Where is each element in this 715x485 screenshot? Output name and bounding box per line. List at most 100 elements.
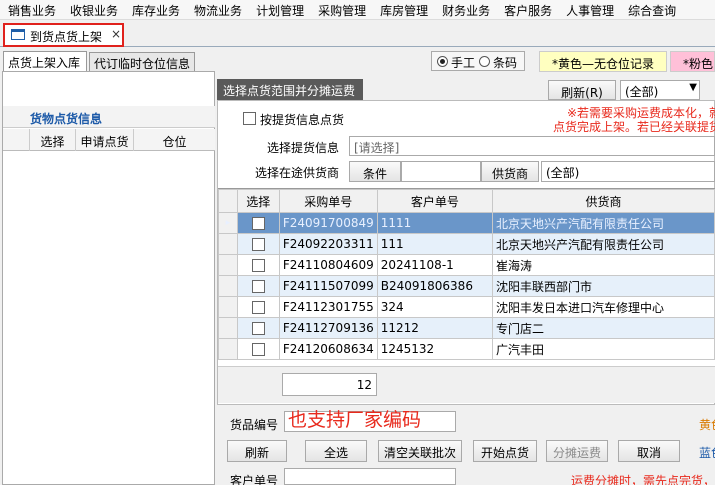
cargo-title-bar: 货物点货信息 bbox=[3, 106, 215, 128]
cargo-col-bin[interactable]: 仓位 bbox=[133, 129, 215, 151]
customer-no-cell: 111 bbox=[376, 233, 493, 255]
cargo-col-select[interactable]: 选择 bbox=[29, 129, 75, 151]
row-select-cell[interactable] bbox=[236, 233, 280, 255]
row-header bbox=[218, 338, 238, 360]
by-pickup-checkbox[interactable] bbox=[243, 112, 256, 125]
menu-sales[interactable]: 销售业务 bbox=[0, 0, 62, 19]
row-checkbox[interactable] bbox=[251, 238, 265, 251]
po-no-cell: F24092203311 bbox=[278, 233, 378, 255]
po-no-cell: F24120608634 bbox=[278, 338, 378, 360]
purchase-order-grid: 选择 采购单号 客户单号 供货商 ▸ F24091700849 1111 北京天… bbox=[218, 188, 715, 366]
select-all-button[interactable]: 全选 bbox=[305, 440, 367, 462]
radio-manual[interactable] bbox=[437, 56, 448, 67]
menu-hr[interactable]: 人事管理 bbox=[558, 0, 620, 19]
select-pickup-field[interactable]: [请选择] bbox=[349, 136, 715, 156]
part-no-label: 货品编号 bbox=[230, 418, 279, 432]
row-select-cell[interactable] bbox=[236, 275, 280, 297]
po-no-cell: F24091700849 bbox=[278, 212, 378, 234]
table-row[interactable]: F24110804609 20241108-1 崔海涛 bbox=[218, 254, 715, 276]
row-select-cell[interactable] bbox=[236, 317, 280, 339]
condition-input[interactable] bbox=[401, 161, 481, 182]
table-row[interactable]: F24112709136 11212 专门店二 bbox=[218, 317, 715, 339]
row-header bbox=[218, 254, 238, 276]
menu-finance[interactable]: 财务业务 bbox=[434, 0, 496, 19]
grid-count-field: 12 bbox=[282, 373, 377, 396]
row-checkbox[interactable] bbox=[251, 343, 265, 356]
row-header bbox=[218, 296, 238, 318]
row-checkbox[interactable] bbox=[251, 301, 265, 314]
supplier-cell: 沈阳丰发日本进口汽车修理中心 bbox=[491, 296, 715, 318]
po-no-cell: F24112709136 bbox=[278, 317, 378, 339]
doc-tab-arrival-shelving[interactable]: 到货点货上架 × bbox=[3, 23, 124, 47]
radio-barcode[interactable] bbox=[479, 56, 490, 67]
grid-col-customer-no[interactable]: 客户单号 bbox=[376, 189, 493, 213]
row-checkbox[interactable] bbox=[251, 217, 265, 230]
table-row[interactable]: F24092203311 111 北京天地兴产汽配有限责任公司 bbox=[218, 233, 715, 255]
supplier-cell: 北京天地兴产汽配有限责任公司 bbox=[491, 233, 715, 255]
menu-logistics[interactable]: 物流业务 bbox=[186, 0, 248, 19]
refresh-r-button[interactable]: 刷新(R) bbox=[548, 80, 616, 100]
row-header bbox=[218, 317, 238, 339]
tab-temp-bin-info[interactable]: 代订临时仓位信息 bbox=[89, 52, 195, 72]
cargo-col-apply[interactable]: 申请点货 bbox=[75, 129, 133, 151]
cargo-title: 货物点货信息 bbox=[30, 112, 103, 126]
select-supplier-label: 选择在途供货商 bbox=[255, 166, 340, 180]
po-no-cell: F24111507099 bbox=[278, 275, 378, 297]
row-checkbox[interactable] bbox=[251, 259, 265, 272]
customer-no-cell: 11212 bbox=[376, 317, 493, 339]
radio-manual-label: 手工 bbox=[451, 56, 476, 70]
cancel-button[interactable]: 取消 bbox=[618, 440, 680, 462]
grid-col-select[interactable]: 选择 bbox=[236, 189, 280, 213]
grid-col-po-no[interactable]: 采购单号 bbox=[278, 189, 378, 213]
row-checkbox[interactable] bbox=[251, 280, 265, 293]
row-select-cell[interactable] bbox=[236, 254, 280, 276]
table-row[interactable]: F24112301755 324 沈阳丰发日本进口汽车修理中心 bbox=[218, 296, 715, 318]
menu-query[interactable]: 综合查询 bbox=[620, 0, 682, 19]
grid-col-supplier[interactable]: 供货商 bbox=[491, 189, 715, 213]
legend-yellow: *黄色—无仓位记录 bbox=[539, 51, 667, 72]
doc-tab-label: 到货点货上架 bbox=[30, 30, 103, 44]
scope-select-value: (全部) bbox=[625, 85, 659, 99]
menu-cashier[interactable]: 收银业务 bbox=[62, 0, 124, 19]
grid-rowheader-corner bbox=[218, 189, 238, 213]
cargo-grid-header: 选择 申请点货 仓位 bbox=[3, 129, 215, 151]
radio-barcode-label: 条码 bbox=[493, 56, 518, 70]
clear-link-batch-button[interactable]: 清空关联批次 bbox=[378, 440, 462, 462]
customer-no-cell: 1245132 bbox=[376, 338, 493, 360]
customer-no-input[interactable] bbox=[284, 468, 456, 485]
menu-inventory[interactable]: 库存业务 bbox=[124, 0, 186, 19]
scope-select[interactable]: (全部) ▼ bbox=[620, 80, 700, 100]
menu-purchasing[interactable]: 采购管理 bbox=[310, 0, 372, 19]
menu-planning[interactable]: 计划管理 bbox=[248, 0, 310, 19]
condition-button[interactable]: 条件 bbox=[349, 161, 401, 182]
row-header bbox=[218, 233, 238, 255]
mode-radio-group: 手工 条码 bbox=[431, 51, 525, 71]
table-row[interactable]: F24111507099 B24091806386 沈阳丰联西部门市 bbox=[218, 275, 715, 297]
menu-customer-service[interactable]: 客户服务 bbox=[496, 0, 558, 19]
po-no-cell: F24110804609 bbox=[278, 254, 378, 276]
refresh-button[interactable]: 刷新 bbox=[227, 440, 287, 462]
supplier-cell: 北京天地兴产汽配有限责任公司 bbox=[491, 212, 715, 234]
row-header bbox=[218, 275, 238, 297]
po-no-cell: F24112301755 bbox=[278, 296, 378, 318]
table-row[interactable]: F24120608634 1245132 广汽丰田 bbox=[218, 338, 715, 360]
customer-no-cell: B24091806386 bbox=[376, 275, 493, 297]
row-checkbox[interactable] bbox=[251, 322, 265, 335]
allocate-freight-button[interactable]: 分摊运费 bbox=[546, 440, 608, 462]
start-count-button[interactable]: 开始点货 bbox=[473, 440, 537, 462]
row-select-cell[interactable] bbox=[236, 338, 280, 360]
yellow-hint: 黄色 bbox=[699, 418, 715, 432]
supplier-select[interactable]: (全部) bbox=[541, 161, 715, 182]
legend-pink: *粉色 bbox=[670, 51, 715, 72]
close-icon[interactable]: × bbox=[111, 27, 121, 41]
group-title: 选择点货范围并分摊运费 bbox=[217, 79, 363, 100]
window-icon bbox=[11, 29, 25, 40]
select-pickup-label: 选择提货信息 bbox=[267, 141, 340, 155]
row-select-cell[interactable] bbox=[236, 296, 280, 318]
tab-arrival-shelving-inbound[interactable]: 点货上架入库 bbox=[3, 51, 87, 71]
row-select-cell[interactable] bbox=[236, 212, 280, 234]
table-row[interactable]: ▸ F24091700849 1111 北京天地兴产汽配有限责任公司 bbox=[218, 212, 715, 234]
supplier-button[interactable]: 供货商 bbox=[481, 161, 539, 182]
chevron-down-icon: ▼ bbox=[689, 82, 697, 93]
menu-warehouse[interactable]: 库房管理 bbox=[372, 0, 434, 19]
